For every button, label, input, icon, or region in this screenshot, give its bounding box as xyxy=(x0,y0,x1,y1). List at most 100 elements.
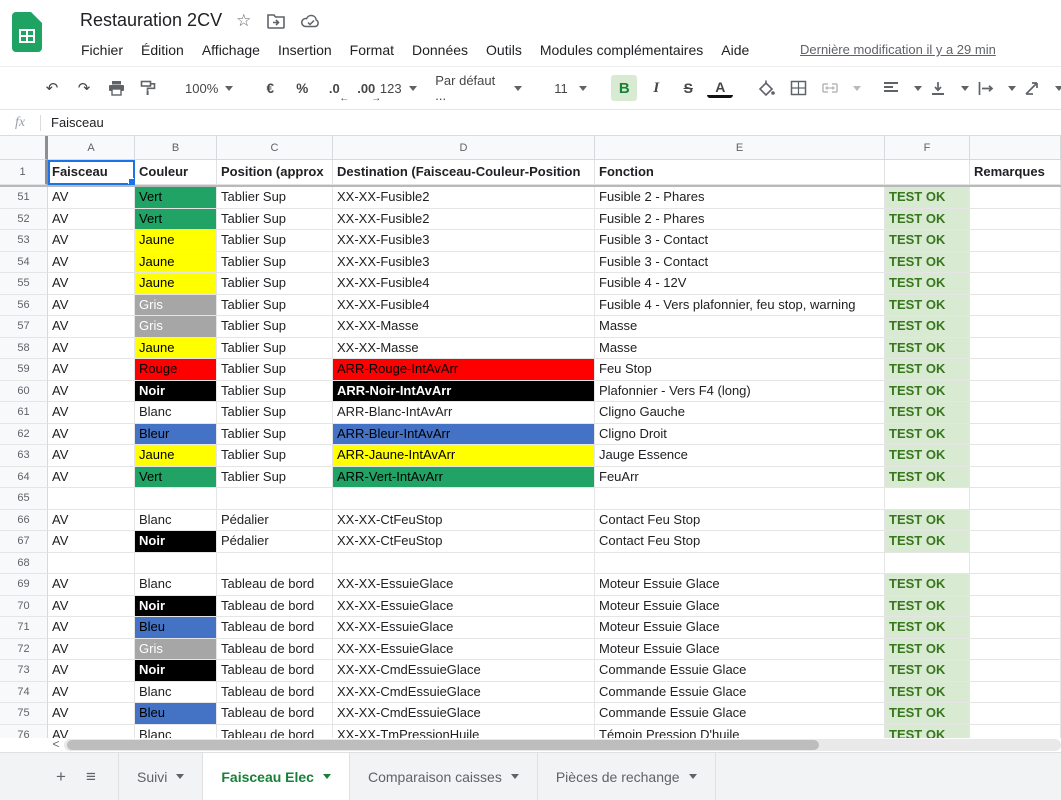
cell[interactable]: Tablier Sup xyxy=(217,467,333,489)
menu-outils[interactable]: Outils xyxy=(477,40,531,60)
cell[interactable] xyxy=(970,209,1061,231)
menu-format[interactable]: Format xyxy=(341,40,403,60)
cell[interactable]: TEST OK xyxy=(885,230,970,252)
cell[interactable]: TEST OK xyxy=(885,295,970,317)
row-header[interactable]: 57 xyxy=(0,316,48,338)
italic-button[interactable]: I xyxy=(643,75,669,101)
scrollbar-track[interactable] xyxy=(64,739,1061,751)
row-header[interactable]: 71 xyxy=(0,617,48,639)
row-header[interactable]: 75 xyxy=(0,703,48,725)
cell[interactable] xyxy=(48,553,135,575)
formula-input[interactable]: Faisceau xyxy=(51,115,104,130)
cell[interactable]: AV xyxy=(48,596,135,618)
cell[interactable]: AV xyxy=(48,187,135,209)
cell[interactable]: Tablier Sup xyxy=(217,187,333,209)
menu-modules-complémentaires[interactable]: Modules complémentaires xyxy=(531,40,712,60)
row-header[interactable]: 66 xyxy=(0,510,48,532)
cell[interactable] xyxy=(970,660,1061,682)
cell[interactable]: TEST OK xyxy=(885,338,970,360)
cell[interactable]: XX-XX-Masse xyxy=(333,338,595,360)
cell[interactable]: ARR-Bleur-IntAvArr xyxy=(333,424,595,446)
cloud-saved-icon[interactable] xyxy=(301,13,321,29)
increase-decimal-button[interactable]: .00→ xyxy=(353,75,379,101)
cell[interactable]: Moteur Essuie Glace xyxy=(595,617,885,639)
cell[interactable]: TEST OK xyxy=(885,703,970,725)
chevron-down-icon[interactable] xyxy=(914,86,922,91)
cell[interactable]: TEST OK xyxy=(885,639,970,661)
row-header[interactable]: 51 xyxy=(0,187,48,209)
row-header[interactable]: 59 xyxy=(0,359,48,381)
last-modified-link[interactable]: Dernière modification il y a 29 min xyxy=(800,42,996,57)
cell[interactable]: Noir xyxy=(135,660,217,682)
row-header[interactable]: 61 xyxy=(0,402,48,424)
zoom-select[interactable]: 100% xyxy=(181,75,237,101)
row-header[interactable]: 70 xyxy=(0,596,48,618)
horizontal-align-icon[interactable] xyxy=(878,75,904,101)
select-all-corner[interactable] xyxy=(0,136,48,160)
cell[interactable] xyxy=(970,574,1061,596)
row-header[interactable]: 52 xyxy=(0,209,48,231)
strikethrough-button[interactable]: S xyxy=(675,75,701,101)
cell[interactable] xyxy=(970,295,1061,317)
cell[interactable]: Blanc xyxy=(135,510,217,532)
cell[interactable]: Tablier Sup xyxy=(217,402,333,424)
row-header[interactable]: 65 xyxy=(0,488,48,510)
cell[interactable]: Moteur Essuie Glace xyxy=(595,639,885,661)
cell[interactable]: AV xyxy=(48,617,135,639)
cell[interactable]: Contact Feu Stop xyxy=(595,531,885,553)
cell[interactable] xyxy=(970,424,1061,446)
cell[interactable]: Fusible 2 - Phares xyxy=(595,209,885,231)
cell[interactable]: XX-XX-Fusible2 xyxy=(333,187,595,209)
cell[interactable] xyxy=(970,725,1061,739)
cell[interactable]: Bleu xyxy=(135,703,217,725)
cell[interactable]: Tablier Sup xyxy=(217,230,333,252)
menu-fichier[interactable]: Fichier xyxy=(72,40,132,60)
text-rotation-icon[interactable] xyxy=(1019,75,1045,101)
cell[interactable]: AV xyxy=(48,725,135,739)
cell[interactable]: Tableau de bord xyxy=(217,596,333,618)
cell[interactable]: XX-XX-EssuieGlace xyxy=(333,574,595,596)
cell[interactable]: TEST OK xyxy=(885,660,970,682)
cell[interactable] xyxy=(970,682,1061,704)
cell[interactable]: AV xyxy=(48,273,135,295)
cell[interactable]: Tablier Sup xyxy=(217,252,333,274)
decrease-decimal-button[interactable]: .0← xyxy=(321,75,347,101)
cell[interactable]: Tablier Sup xyxy=(217,316,333,338)
cell[interactable]: TEST OK xyxy=(885,402,970,424)
cell[interactable]: AV xyxy=(48,252,135,274)
header-cell[interactable] xyxy=(885,160,970,185)
cell[interactable]: TEST OK xyxy=(885,209,970,231)
cell[interactable]: Noir xyxy=(135,381,217,403)
menu-affichage[interactable]: Affichage xyxy=(193,40,269,60)
bold-button[interactable]: B xyxy=(611,75,637,101)
row-header[interactable]: 53 xyxy=(0,230,48,252)
cell[interactable]: Blanc xyxy=(135,725,217,739)
header-cell[interactable]: Fonction xyxy=(595,160,885,185)
cell[interactable]: XX-XX-EssuieGlace xyxy=(333,596,595,618)
fill-handle[interactable] xyxy=(128,178,135,185)
cell[interactable]: AV xyxy=(48,660,135,682)
cell[interactable]: Gris xyxy=(135,316,217,338)
cell[interactable]: Masse xyxy=(595,316,885,338)
text-color-button[interactable]: A xyxy=(707,78,733,98)
header-cell[interactable]: Position (approx xyxy=(217,160,333,185)
cell[interactable]: Bleu xyxy=(135,617,217,639)
cell[interactable]: Tableau de bord xyxy=(217,617,333,639)
cell[interactable]: Commande Essuie Glace xyxy=(595,682,885,704)
cell[interactable]: Tableau de bord xyxy=(217,682,333,704)
cell[interactable]: TEST OK xyxy=(885,510,970,532)
cell[interactable]: Tablier Sup xyxy=(217,424,333,446)
cell[interactable]: AV xyxy=(48,639,135,661)
column-header-C[interactable]: C xyxy=(217,136,333,160)
column-header-B[interactable]: B xyxy=(135,136,217,160)
cell[interactable]: XX-XX-EssuieGlace xyxy=(333,617,595,639)
cell[interactable]: TEST OK xyxy=(885,252,970,274)
cell[interactable]: Plafonnier - Vers F4 (long) xyxy=(595,381,885,403)
row-header[interactable]: 76 xyxy=(0,725,48,739)
chevron-down-icon[interactable] xyxy=(176,774,184,779)
cell[interactable]: Commande Essuie Glace xyxy=(595,660,885,682)
cell[interactable]: Tableau de bord xyxy=(217,703,333,725)
move-to-folder-icon[interactable] xyxy=(267,13,285,29)
cell[interactable] xyxy=(970,316,1061,338)
cell[interactable]: Contact Feu Stop xyxy=(595,510,885,532)
